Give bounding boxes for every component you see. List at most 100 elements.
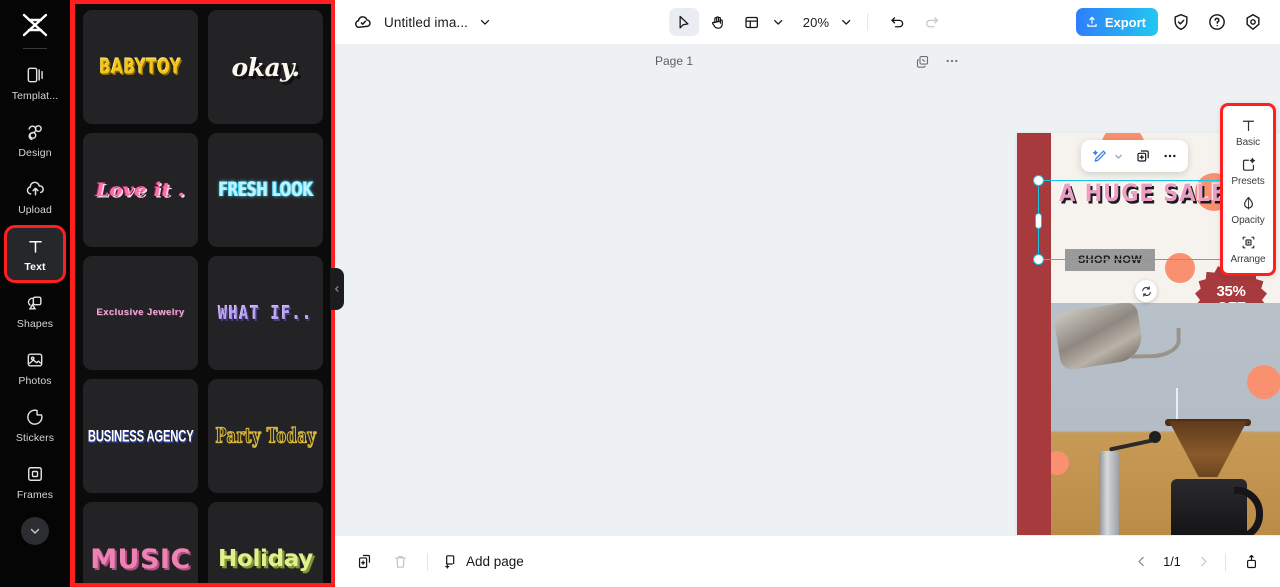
properties-label: Opacity	[1231, 215, 1265, 226]
grinder-arm-shape	[1109, 438, 1153, 452]
object-floating-toolbar	[1081, 140, 1188, 172]
next-page-button[interactable]	[1193, 552, 1213, 572]
hand-tool-button[interactable]	[703, 8, 733, 36]
badge-percent: 35%	[1216, 283, 1246, 301]
dripper-shape	[1169, 421, 1247, 477]
properties-item-presets[interactable]: Presets	[1223, 151, 1273, 190]
ai-magic-pen-icon	[1091, 148, 1108, 165]
resize-handle-left-middle[interactable]	[1035, 213, 1042, 229]
chevron-right-icon	[1197, 555, 1210, 568]
text-style-card[interactable]: FRESH LOOK	[208, 133, 323, 247]
sidebar-label: Shapes	[16, 318, 54, 330]
properties-label: Presets	[1231, 176, 1265, 187]
text-style-card[interactable]: BABYTOY	[83, 10, 198, 124]
chevron-down-icon	[1113, 151, 1124, 162]
page-header-actions	[915, 53, 960, 69]
page-indicator: 1/1	[1163, 554, 1181, 569]
export-button[interactable]: Export	[1075, 8, 1158, 36]
export-label: Export	[1104, 14, 1146, 30]
text-style-label: Party Today	[215, 423, 316, 448]
more-horizontal-icon	[1162, 148, 1178, 164]
sidebar-item-photos[interactable]: Photos	[7, 342, 63, 394]
resize-handle-bottom-left[interactable]	[1033, 254, 1044, 265]
cloud-saved-icon[interactable]	[353, 12, 374, 33]
grinder-shape	[1099, 451, 1119, 535]
sidebar-item-text[interactable]: Text	[4, 225, 66, 283]
shapes-icon	[24, 292, 46, 314]
export-upload-icon	[1085, 15, 1099, 29]
zoom-level-value[interactable]: 20%	[803, 15, 830, 30]
text-style-card[interactable]: BUSINESS AGENCY	[83, 379, 198, 493]
prev-page-button[interactable]	[1131, 552, 1151, 572]
arrange-icon	[1240, 234, 1257, 251]
sidebar-label: Stickers	[15, 432, 55, 444]
text-style-card[interactable]: Love it .	[83, 133, 198, 247]
rotate-handle-button[interactable]	[1135, 280, 1157, 302]
canvas-stage[interactable]: Page 1 A HUGE SALE SHOP NOW 35% Basic Pr…	[335, 45, 1280, 535]
text-style-card[interactable]: Exclusive Jewelry	[83, 256, 198, 370]
design-icon	[24, 121, 46, 143]
duplicate-page-button[interactable]	[351, 549, 377, 575]
text-style-card[interactable]: Party Today	[208, 379, 323, 493]
chevron-down-icon[interactable]	[771, 15, 785, 29]
capcut-logo-icon[interactable]	[18, 10, 52, 40]
layout-tool-button[interactable]	[737, 8, 767, 36]
sidebar-item-frames[interactable]: Frames	[7, 456, 63, 508]
delete-page-button[interactable]	[387, 549, 413, 575]
topbar-actions: Export	[1075, 8, 1266, 36]
text-style-label: BUSINESS AGENCY	[87, 426, 194, 446]
document-info: Untitled ima...	[353, 12, 492, 33]
left-sidebar: Templat... Design Upload Text Shapes Pho…	[0, 0, 70, 587]
chevron-left-icon	[333, 283, 341, 295]
sidebar-item-design[interactable]: Design	[7, 114, 63, 166]
text-style-card[interactable]: Holiday	[208, 502, 323, 583]
expand-panel-button[interactable]	[1238, 549, 1264, 575]
trash-icon	[392, 553, 409, 570]
sidebar-item-stickers[interactable]: Stickers	[7, 399, 63, 451]
ai-edit-button[interactable]	[1091, 148, 1124, 165]
duplicate-layer-icon	[1135, 148, 1151, 164]
properties-item-arrange[interactable]: Arrange	[1223, 229, 1273, 268]
text-style-card[interactable]: WHAT IF..	[208, 256, 323, 370]
text-t-icon	[1240, 117, 1257, 134]
text-style-card[interactable]: MUSIC	[83, 502, 198, 583]
redo-button[interactable]	[916, 8, 946, 36]
properties-item-opacity[interactable]: Opacity	[1223, 190, 1273, 229]
panel-collapse-button[interactable]	[330, 268, 344, 310]
sidebar-item-templates[interactable]: Templat...	[7, 57, 63, 109]
shield-check-icon[interactable]	[1168, 9, 1194, 35]
chevron-down-icon[interactable]	[839, 15, 853, 29]
duplicate-page-icon[interactable]	[915, 54, 930, 69]
sidebar-item-shapes[interactable]: Shapes	[7, 285, 63, 337]
more-horizontal-icon[interactable]	[944, 53, 960, 69]
resize-handle-top-left[interactable]	[1033, 175, 1044, 186]
sidebar-expand-more-button[interactable]	[21, 517, 49, 545]
chevron-left-icon	[1135, 555, 1148, 568]
object-more-button[interactable]	[1162, 148, 1178, 164]
properties-label: Basic	[1236, 137, 1260, 148]
undo-icon	[889, 14, 906, 31]
redo-icon	[923, 14, 940, 31]
add-page-button[interactable]: Add page	[442, 553, 524, 570]
sidebar-label: Templat...	[11, 90, 59, 102]
bottom-divider	[1225, 552, 1226, 571]
templates-icon	[24, 64, 46, 86]
bottom-toolbar: Add page 1/1	[335, 535, 1280, 587]
main-area: Untitled ima... 20% Export Page 1 A HUGE…	[335, 0, 1280, 587]
select-tool-button[interactable]	[668, 8, 699, 36]
peach-blob-decor	[1247, 365, 1280, 399]
duplicate-layer-button[interactable]	[1135, 148, 1151, 164]
document-title[interactable]: Untitled ima...	[384, 15, 468, 30]
text-style-label: Love it .	[95, 178, 186, 201]
sidebar-item-upload[interactable]: Upload	[7, 171, 63, 223]
text-style-label: WHAT IF..	[218, 301, 313, 324]
properties-item-basic[interactable]: Basic	[1223, 112, 1273, 151]
help-circle-icon[interactable]	[1204, 9, 1230, 35]
chevron-down-icon[interactable]	[478, 15, 492, 29]
grinder-knob-shape	[1149, 431, 1161, 443]
text-style-card[interactable]: okay.	[208, 10, 323, 124]
text-style-label: Exclusive Jewelry	[96, 307, 185, 319]
undo-button[interactable]	[882, 8, 912, 36]
settings-gear-icon[interactable]	[1240, 9, 1266, 35]
expand-up-icon	[1243, 553, 1260, 570]
